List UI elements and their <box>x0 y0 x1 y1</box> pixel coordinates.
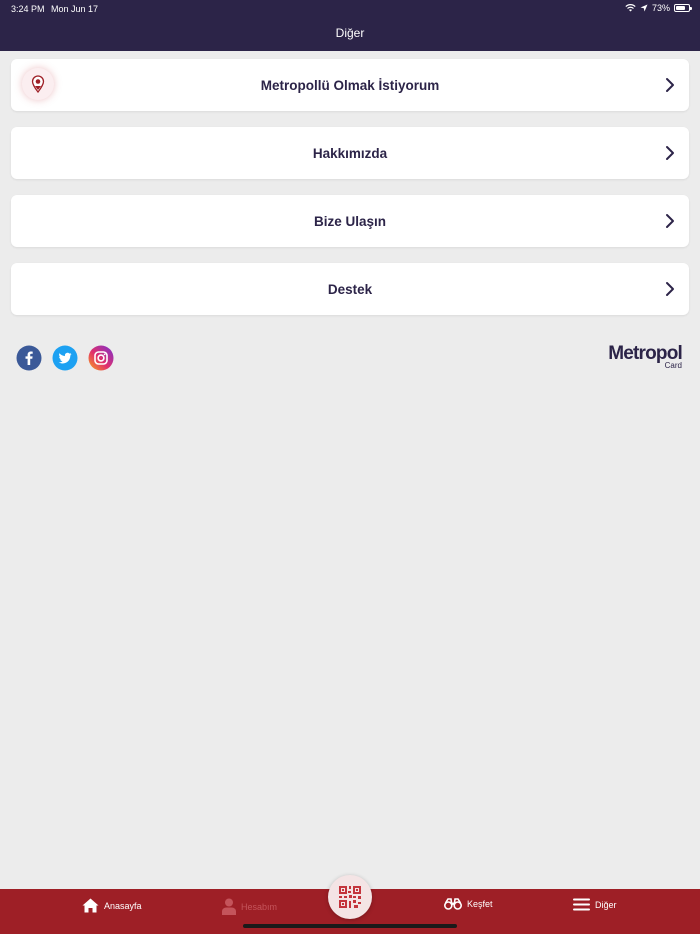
top-bar: 3:24 PM Mon Jun 17 73% Diğer <box>0 0 700 51</box>
home-indicator <box>243 924 457 928</box>
menu-list: Metropollü Olmak İstiyorum Hakkımızda Bi… <box>11 59 689 331</box>
tab-label: Diğer <box>595 899 617 910</box>
menu-item-support[interactable]: Destek <box>11 263 689 315</box>
tab-discover[interactable]: Keşfet <box>444 898 493 910</box>
chevron-right-icon <box>666 78 674 92</box>
chevron-right-icon <box>666 146 674 160</box>
battery-level <box>676 6 685 10</box>
qr-code-icon <box>339 886 361 908</box>
menu-icon <box>573 898 590 911</box>
chevron-right-icon <box>666 282 674 296</box>
page-title: Diğer <box>335 26 365 40</box>
tab-label: Keşfet <box>467 899 493 909</box>
wifi-icon <box>625 4 636 12</box>
tab-account[interactable]: Hesabım <box>222 898 277 915</box>
social-links <box>16 345 114 371</box>
menu-item-label: Hakkımızda <box>312 145 388 161</box>
menu-item-contact[interactable]: Bize Ulaşın <box>11 195 689 247</box>
twitter-icon[interactable] <box>52 345 78 371</box>
menu-item-label: Bize Ulaşın <box>313 213 387 229</box>
location-arrow-icon <box>640 4 648 12</box>
instagram-icon[interactable] <box>88 345 114 371</box>
status-time: 3:24 PM <box>11 4 45 14</box>
battery-icon <box>674 4 692 12</box>
battery-percent: 73% <box>651 3 670 13</box>
home-icon <box>82 898 99 913</box>
status-indicators: 73% <box>625 3 692 13</box>
menu-item-become-member[interactable]: Metropollü Olmak İstiyorum <box>11 59 689 111</box>
menu-item-label: Destek <box>327 281 373 297</box>
user-icon <box>222 898 236 915</box>
tab-label: Hesabım <box>241 901 278 912</box>
map-pin-icon <box>22 68 54 100</box>
tab-label: Anasayfa <box>104 900 142 911</box>
status-date: Mon Jun 17 <box>51 4 99 14</box>
facebook-icon[interactable] <box>16 345 42 371</box>
menu-item-about[interactable]: Hakkımızda <box>11 127 689 179</box>
status-bar: 3:24 PM Mon Jun 17 73% <box>0 0 700 18</box>
tab-home[interactable]: Anasayfa <box>82 898 142 913</box>
qr-scan-button[interactable] <box>328 875 372 919</box>
menu-item-label: Metropollü Olmak İstiyorum <box>260 77 440 93</box>
binoculars-icon <box>444 898 462 910</box>
tab-other[interactable]: Diğer <box>573 898 617 911</box>
chevron-right-icon <box>666 214 674 228</box>
metropol-card-logo: Metropol Card <box>608 344 683 370</box>
